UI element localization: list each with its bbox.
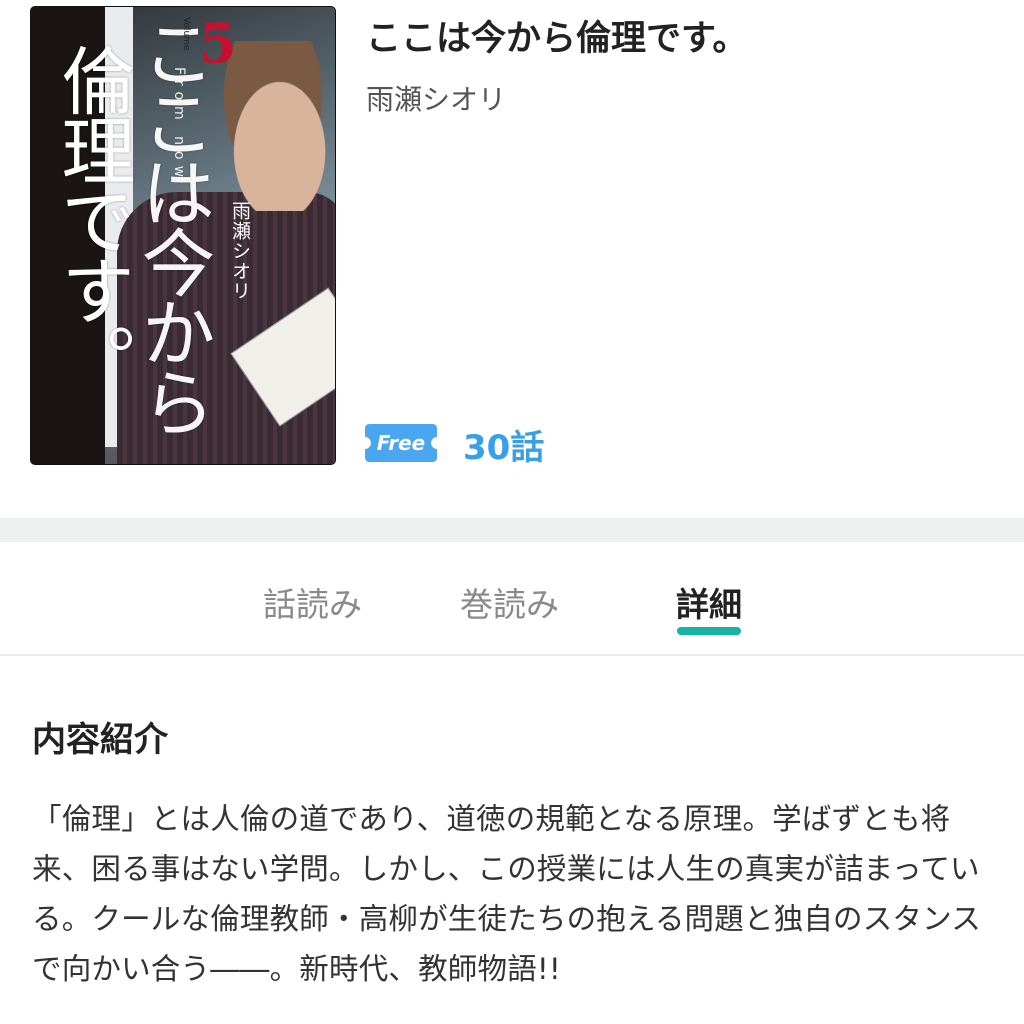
cover-volume-label: Volume: [181, 17, 191, 51]
active-tab-indicator: [677, 627, 741, 635]
book-cover-image[interactable]: ここは今から 倫理です。 Volume 5 From now 雨瀬シオリ: [30, 6, 336, 465]
cover-title-line-a: 倫理です。: [49, 43, 135, 393]
tab-volume-read[interactable]: 巻読み: [460, 578, 559, 626]
free-ticket-badge: Free: [365, 424, 437, 462]
tab-bar: 話読み 巻読み 詳細: [0, 542, 1024, 656]
free-badge-label: Free: [376, 431, 426, 455]
section-divider: [0, 518, 1024, 542]
book-title: ここは今から倫理です。: [366, 19, 748, 59]
cover-subtitle: From now: [171, 67, 187, 184]
tab-episode-read[interactable]: 話読み: [263, 578, 362, 626]
cover-volume-number: 5: [199, 11, 237, 75]
description-heading: 内容紹介: [32, 720, 168, 760]
episode-count: 30話: [463, 428, 545, 468]
book-header: ここは今から 倫理です。 Volume 5 From now 雨瀬シオリ ここは…: [0, 0, 1024, 518]
cover-author: 雨瀬シオリ: [229, 201, 251, 301]
book-author[interactable]: 雨瀬シオリ: [366, 78, 506, 118]
tab-details[interactable]: 詳細: [676, 578, 742, 626]
description-text: 「倫理」とは人倫の道であり、道徳の規範となる原理。学ばずとも将来、困る事はない学…: [32, 802, 981, 986]
